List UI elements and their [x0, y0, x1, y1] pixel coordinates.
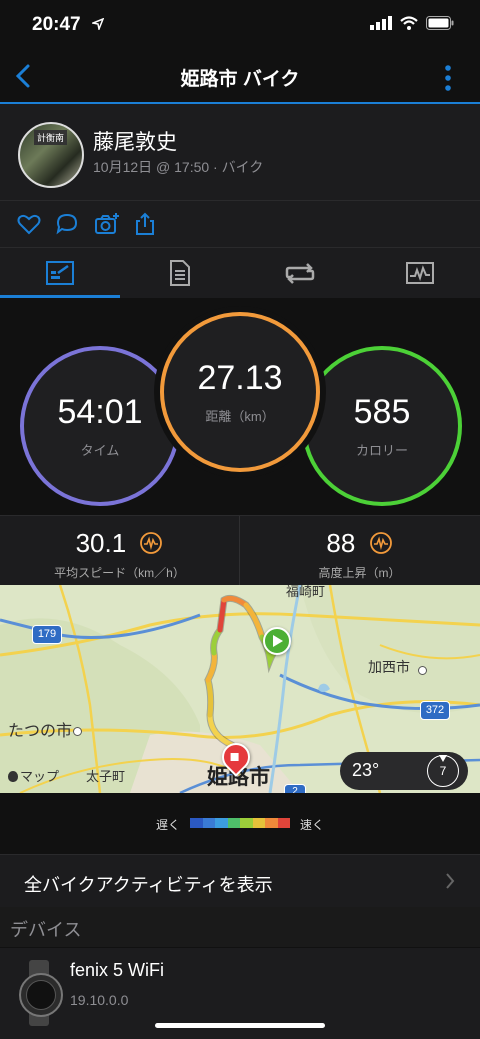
activity-header: 計衡南 藤尾敦史 10月12日 @ 17:50 · バイク — [0, 104, 480, 200]
map-label-fukusaki: 福崎町 — [286, 585, 326, 599]
tab-bar — [0, 247, 480, 298]
stats-row: 30.1 平均スピード（km／h） 88 高度上昇（m） — [0, 515, 480, 586]
action-bar — [0, 200, 480, 247]
calories-label: カロリー — [355, 443, 408, 458]
route-179-shield: 179 — [32, 625, 62, 644]
legend-segment — [252, 818, 265, 828]
laps-tab-icon — [285, 263, 315, 284]
distance-value: 27.13 — [197, 359, 283, 397]
apple-logo-icon — [8, 771, 18, 782]
signal-icon — [370, 16, 392, 30]
speed-legend: 遅く 速く — [0, 793, 480, 853]
map-label-kasai: 加西市 — [368, 659, 410, 675]
elevation-label: 高度上昇（m） — [318, 566, 401, 580]
map-label-tatsuno: たつの市 — [8, 723, 73, 740]
elevation-value: 88 — [326, 528, 356, 558]
share-icon[interactable] — [132, 211, 158, 237]
location-arrow-icon — [92, 18, 104, 30]
map-city-dot — [73, 727, 82, 736]
battery-icon — [426, 16, 454, 30]
apple-maps-credit: マップ — [8, 766, 59, 785]
legend-slow-label: 遅く — [156, 818, 181, 832]
map-city-dot — [418, 666, 427, 675]
avg-speed-value-row: 30.1 — [0, 528, 239, 559]
route-map[interactable]: 179 372 2 福崎町 加西市 たつの市 太子町 姫路市 マップ 23° 7 — [0, 585, 480, 793]
nav-bar: 姫路市 バイク — [0, 50, 480, 102]
device-name: fenix 5 WiFi — [70, 960, 165, 980]
elevation-value-row: 88 — [240, 528, 479, 559]
route-372-shield: 372 — [420, 701, 450, 720]
avatar[interactable]: 計衡南 — [18, 122, 84, 188]
tab-laps[interactable] — [240, 248, 360, 298]
legend-segment — [190, 818, 203, 828]
tab-details[interactable] — [120, 248, 240, 298]
status-time: 20:47 — [32, 14, 81, 35]
view-all-label: 全バイクアクティビティを表示 — [24, 875, 273, 895]
distance-ring: 27.13 距離（km） — [160, 312, 320, 472]
start-marker-icon — [263, 627, 291, 655]
device-version: 19.10.0.0 — [70, 992, 129, 1008]
avg-speed-value: 30.1 — [75, 528, 127, 558]
user-name: 藤尾敦史 — [93, 131, 177, 154]
route-2-shield: 2 — [284, 784, 306, 793]
temperature-value: 23° — [352, 760, 380, 780]
legend-segment — [215, 818, 228, 828]
details-tab-icon — [170, 260, 190, 286]
more-options-icon[interactable] — [444, 64, 452, 92]
calories-value: 585 — [353, 393, 411, 431]
avg-speed-label: 平均スピード（km／h） — [54, 566, 185, 580]
legend-segment — [240, 818, 253, 828]
avg-speed-stat[interactable]: 30.1 平均スピード（km／h） — [0, 516, 239, 586]
trend-chart-icon — [140, 532, 163, 554]
home-indicator[interactable] — [155, 1023, 325, 1028]
charts-tab-icon — [406, 262, 434, 284]
status-icons — [370, 16, 454, 30]
tab-overview[interactable] — [0, 248, 120, 298]
activity-datetime: 10月12日 @ 17:50 · バイク — [93, 159, 264, 175]
comment-icon[interactable] — [54, 211, 80, 237]
legend-color-bar — [190, 818, 290, 828]
calories-ring: 585 カロリー — [302, 346, 462, 506]
legend-segment — [277, 818, 290, 828]
legend-segment — [202, 818, 215, 828]
elevation-gain-stat[interactable]: 88 高度上昇（m） — [240, 516, 479, 586]
legend-fast-label: 速く — [300, 818, 325, 832]
chevron-right-icon — [446, 873, 455, 889]
time-value: 54:01 — [57, 393, 143, 431]
tab-charts[interactable] — [360, 248, 480, 298]
camera-add-icon[interactable] — [94, 211, 120, 237]
avatar-sign: 計衡南 — [34, 130, 68, 145]
devices-section-header: デバイス — [0, 907, 480, 947]
wind-speed-value: 7 — [439, 764, 447, 778]
distance-label: 距離（km） — [205, 409, 275, 424]
overview-tab-icon — [46, 261, 74, 285]
page-title: 姫路市 バイク — [180, 69, 300, 90]
time-ring: 54:01 タイム — [20, 346, 180, 506]
heart-icon[interactable] — [16, 211, 42, 237]
legend-segment — [265, 818, 278, 828]
devices-heading: デバイス — [10, 920, 82, 940]
wind-compass-icon: 7 — [427, 755, 459, 787]
apple-maps-label: マップ — [20, 769, 60, 784]
watch-icon — [18, 960, 63, 1026]
wifi-icon — [400, 16, 418, 30]
map-label-taishi: 太子町 — [86, 769, 126, 784]
summary-rings: 54:01 タイム 585 カロリー 27.13 距離（km） — [0, 298, 480, 514]
legend-segment — [227, 818, 240, 828]
trend-chart-icon — [369, 532, 392, 554]
view-all-bike-activities-link[interactable]: 全バイクアクティビティを表示 — [0, 854, 480, 908]
weather-widget: 23° 7 — [340, 752, 468, 790]
status-bar: 20:47 — [0, 0, 480, 50]
time-label: タイム — [80, 443, 120, 458]
